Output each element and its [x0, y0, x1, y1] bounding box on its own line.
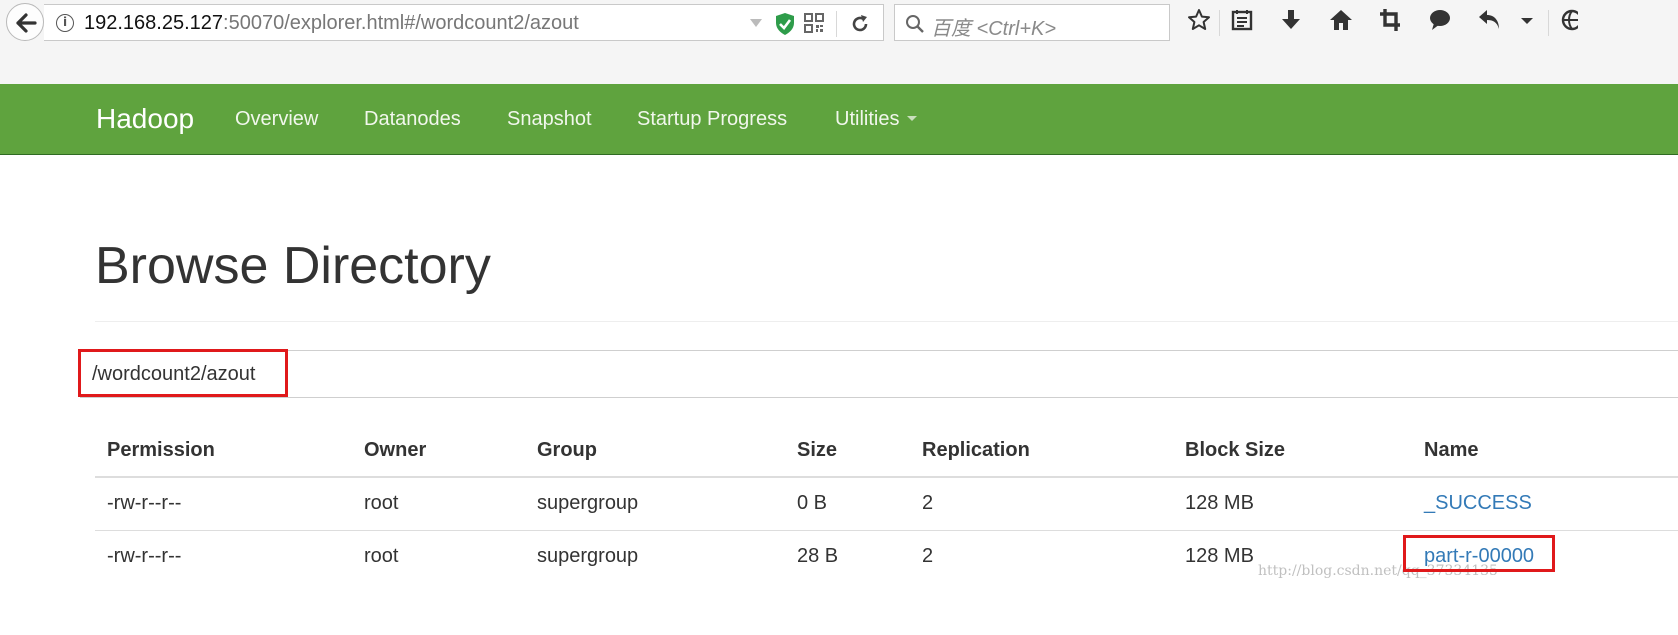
download-icon[interactable]: [1280, 8, 1302, 32]
cell-group: supergroup: [537, 545, 639, 567]
nav-startup-progress[interactable]: Startup Progress: [637, 108, 787, 131]
undo-icon[interactable]: [1478, 8, 1502, 32]
path-highlight-box: [78, 349, 288, 397]
nav-datanodes[interactable]: Datanodes: [364, 108, 461, 131]
url-host: 192.168.25.127: [84, 12, 224, 34]
url-separator: [836, 11, 837, 37]
nav-utilities[interactable]: Utilities: [835, 108, 918, 131]
cell-permission: -rw-r--r--: [107, 545, 182, 567]
column-header-permission[interactable]: Permission: [107, 439, 215, 462]
search-placeholder: 百度 <Ctrl+K>: [931, 18, 1057, 40]
url-text[interactable]: 192.168.25.127:50070/explorer.html#/word…: [84, 12, 579, 35]
toolbar-separator: [1548, 10, 1549, 36]
row-divider: [95, 530, 1678, 531]
reload-icon[interactable]: [850, 14, 870, 34]
star-icon[interactable]: [1187, 8, 1211, 32]
url-path: :50070/explorer.html#/wordcount2/azout: [223, 12, 579, 34]
hadoop-navbar: Hadoop Overview Datanodes Snapshot Start…: [0, 84, 1678, 155]
cell-permission: -rw-r--r--: [107, 492, 182, 514]
address-bar[interactable]: i 192.168.25.127:50070/explorer.html#/wo…: [44, 4, 884, 41]
cell-owner: root: [364, 545, 399, 567]
cell-block-size: 128 MB: [1185, 545, 1254, 567]
search-bar[interactable]: 百度 <Ctrl+K>: [894, 4, 1170, 41]
back-button[interactable]: [6, 3, 44, 41]
cell-group: supergroup: [537, 492, 639, 514]
qr-code-icon[interactable]: [804, 13, 824, 33]
column-header-block-size[interactable]: Block Size: [1185, 439, 1285, 462]
menu-dropdown-icon[interactable]: [1520, 16, 1534, 26]
browser-toolbar: i 192.168.25.127:50070/explorer.html#/wo…: [0, 0, 1678, 85]
page-title: Browse Directory: [95, 237, 491, 295]
toolbar-separator: [1219, 10, 1220, 36]
crop-icon[interactable]: [1379, 8, 1401, 32]
shield-icon[interactable]: [774, 12, 796, 36]
nav-utilities-label: Utilities: [835, 108, 900, 130]
globe-icon[interactable]: [1560, 8, 1578, 32]
file-highlight-box: [1403, 535, 1555, 572]
brand-link[interactable]: Hadoop: [96, 103, 194, 135]
search-icon: [906, 15, 924, 33]
caret-down-icon: [907, 116, 918, 121]
back-arrow-icon: [16, 13, 37, 33]
nav-overview[interactable]: Overview: [235, 108, 318, 131]
cell-replication: 2: [922, 545, 934, 567]
title-divider: [95, 321, 1678, 322]
table-header-divider: [95, 476, 1678, 478]
reading-list-icon[interactable]: [1231, 8, 1253, 32]
nav-snapshot[interactable]: Snapshot: [507, 108, 592, 131]
column-header-group[interactable]: Group: [537, 439, 597, 462]
column-header-size[interactable]: Size: [797, 439, 837, 462]
cell-size: 28 B: [797, 545, 839, 567]
home-icon[interactable]: [1329, 8, 1353, 32]
cell-owner: root: [364, 492, 399, 514]
chat-icon[interactable]: [1428, 8, 1452, 32]
file-link-success[interactable]: _SUCCESS: [1424, 492, 1532, 515]
cell-block-size: 128 MB: [1185, 492, 1254, 514]
column-header-replication[interactable]: Replication: [922, 439, 1030, 462]
url-history-dropdown-icon[interactable]: [750, 19, 762, 27]
cell-size: 0 B: [797, 492, 828, 514]
column-header-owner[interactable]: Owner: [364, 439, 426, 462]
column-header-name[interactable]: Name: [1424, 439, 1478, 462]
site-info-icon[interactable]: i: [56, 14, 74, 32]
directory-path-input[interactable]: /wordcount2/azout: [80, 350, 1678, 398]
cell-replication: 2: [922, 492, 934, 514]
